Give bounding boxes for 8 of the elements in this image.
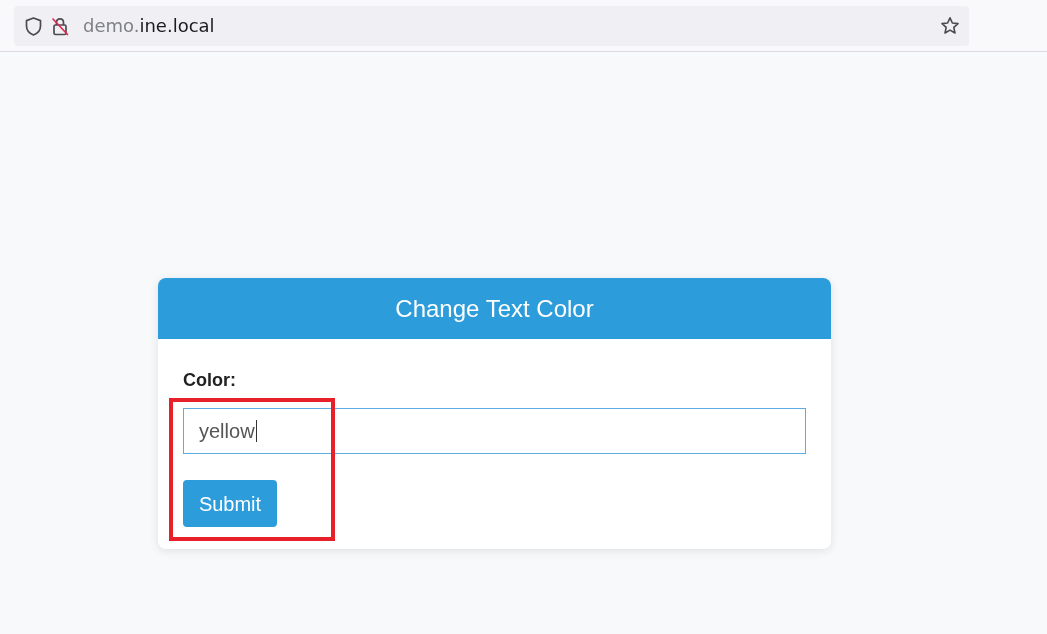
shield-icon[interactable] xyxy=(25,16,42,36)
field-label: Color: xyxy=(183,370,236,390)
crossed-padlock-icon[interactable] xyxy=(51,16,69,36)
color-input[interactable]: yellow xyxy=(183,408,806,454)
address-bar[interactable]: demo.ine.local xyxy=(14,6,969,46)
card-title: Change Text Color xyxy=(395,296,594,321)
star-icon[interactable] xyxy=(940,16,960,36)
url-text[interactable]: demo.ine.local xyxy=(83,17,215,35)
